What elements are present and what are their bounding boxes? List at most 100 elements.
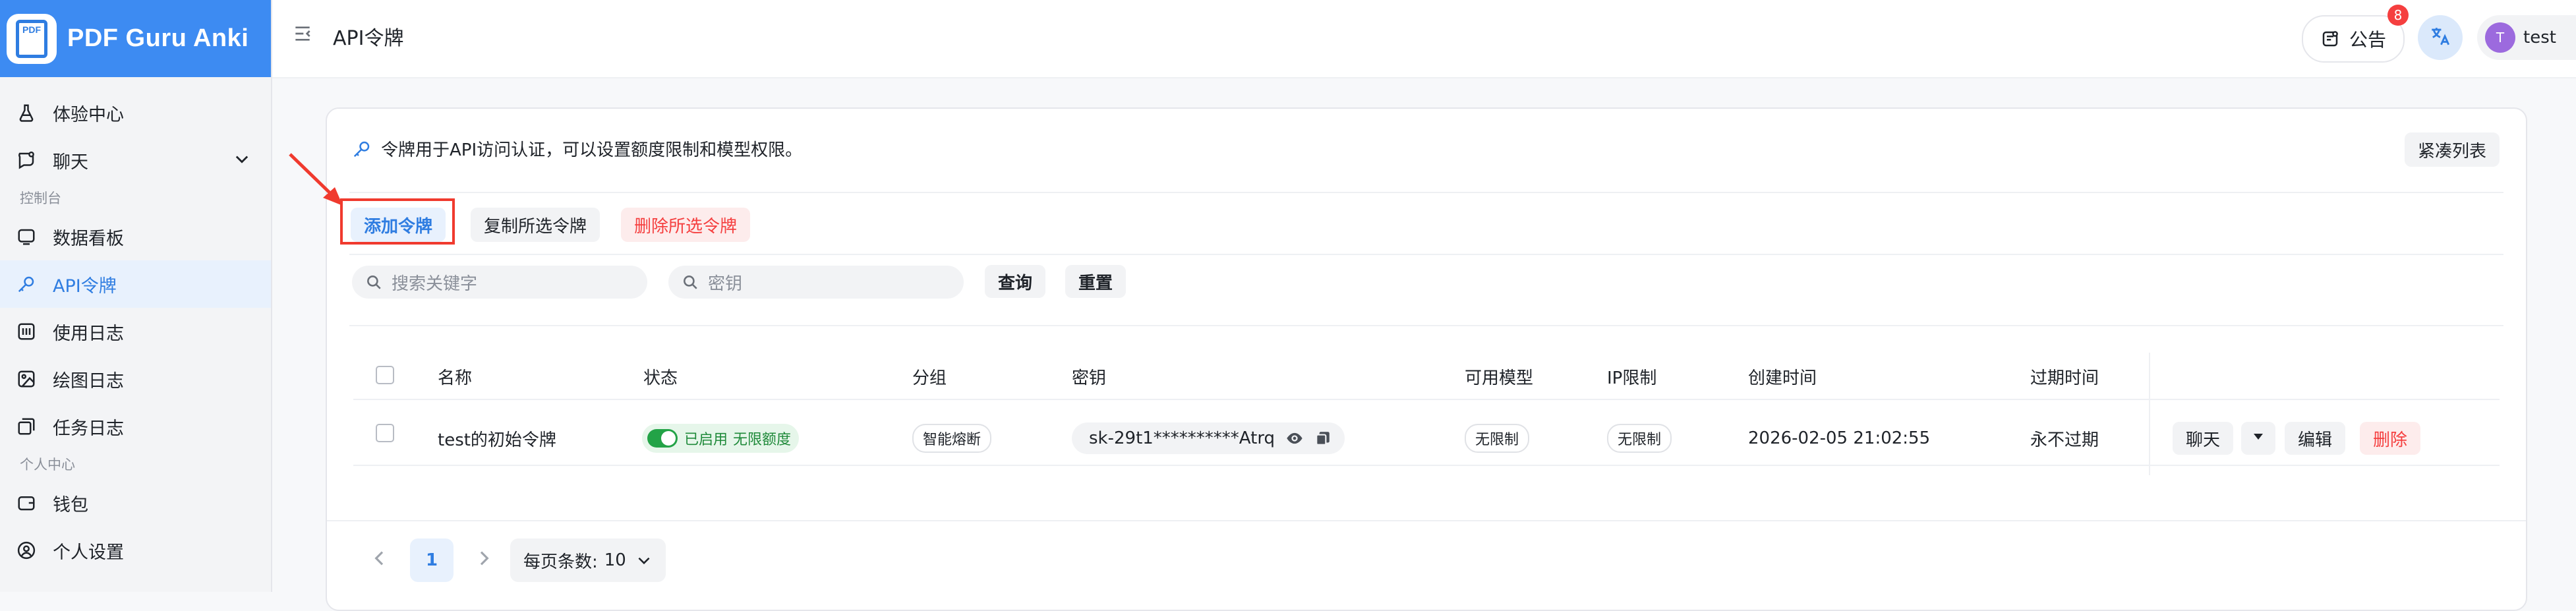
table-row-divider xyxy=(353,465,2500,466)
column-separator xyxy=(2149,353,2150,475)
notice-button[interactable]: 公告 8 xyxy=(2301,5,2409,63)
sidebar-item-label: 数据看板 xyxy=(53,228,124,249)
column-header-name: 名称 xyxy=(438,368,473,388)
image-icon xyxy=(15,367,38,391)
sidebar-nav: 体验中心 聊天 控制台 数据看板 API令牌 使用日志 绘图日志 任务日志 个人… xyxy=(0,77,271,574)
row-chat-button[interactable]: 聊天 xyxy=(2173,422,2234,455)
avatar: T xyxy=(2485,22,2515,53)
user-name: test xyxy=(2523,28,2556,47)
ip-cell: 无限制 xyxy=(1607,422,1672,454)
section-label-console: 控制台 xyxy=(20,190,61,206)
status-enabled-text: 已启用 xyxy=(684,432,728,448)
copy-icon[interactable] xyxy=(1314,430,1332,447)
sidebar-item-label: 体验中心 xyxy=(53,104,124,125)
info-text: 令牌用于API访问认证，可以设置额度限制和模型权限。 xyxy=(381,140,803,160)
brand-name: PDF Guru Anki xyxy=(67,24,249,52)
column-header-ip: IP限制 xyxy=(1607,368,1657,388)
chevron-down-icon xyxy=(635,552,653,569)
row-delete-button[interactable]: 删除 xyxy=(2360,422,2421,455)
sidebar-item-playground[interactable]: 体验中心 xyxy=(0,89,271,136)
search-keyword-input[interactable]: 搜索关键字 xyxy=(352,266,647,299)
sidebar-item-label: API令牌 xyxy=(53,276,117,297)
status-quota-text: 无限额度 xyxy=(733,432,792,448)
notice-label: 公告 xyxy=(2349,29,2386,51)
flask-icon xyxy=(15,101,38,125)
group-tag: 智能熔断 xyxy=(912,424,992,453)
group-cell: 智能熔断 xyxy=(912,422,992,454)
brand-logo-text: PDF xyxy=(22,24,41,35)
copy-selected-button[interactable]: 复制所选令牌 xyxy=(471,208,600,242)
token-name: test的初始令牌 xyxy=(438,430,556,450)
sidebar: PDF PDF Guru Anki 体验中心 聊天 控制台 数据看板 API令牌… xyxy=(0,0,272,592)
task-icon xyxy=(15,415,38,438)
sidebar-item-usage-logs[interactable]: 使用日志 xyxy=(0,308,271,355)
sidebar-item-chat[interactable]: 聊天 xyxy=(0,136,271,184)
divider xyxy=(349,192,2503,193)
top-header: API令牌 公告 8 T test xyxy=(272,0,2576,78)
divider xyxy=(327,520,2526,521)
eye-icon[interactable] xyxy=(1285,429,1304,448)
delete-selected-button[interactable]: 删除所选令牌 xyxy=(621,208,751,242)
sidebar-item-drawing-logs[interactable]: 绘图日志 xyxy=(0,355,271,403)
tokens-card: 令牌用于API访问认证，可以设置额度限制和模型权限。 紧凑列表 添加令牌 复制所… xyxy=(326,107,2527,611)
created-time: 2026-02-05 21:02:55 xyxy=(1748,428,1931,448)
sidebar-collapse-icon[interactable] xyxy=(292,23,313,47)
user-circle-icon xyxy=(15,538,38,562)
sidebar-item-label: 任务日志 xyxy=(53,418,124,439)
reset-button[interactable]: 重置 xyxy=(1065,265,1127,298)
notice-icon xyxy=(2320,29,2340,49)
row-chat-dropdown[interactable] xyxy=(2241,422,2275,455)
page-size-select[interactable]: 每页条数: 10 xyxy=(510,538,666,582)
brand-logo: PDF xyxy=(7,13,57,64)
chat-bubble-icon xyxy=(15,148,38,172)
divider xyxy=(349,254,2503,255)
status-badge[interactable]: 已启用 无限额度 xyxy=(642,424,800,453)
select-all-checkbox[interactable] xyxy=(376,366,394,384)
column-header-group: 分组 xyxy=(912,368,947,388)
search-icon xyxy=(365,274,382,291)
key-display: sk-29t1**********Atrq xyxy=(1072,422,1345,454)
sidebar-item-label: 绘图日志 xyxy=(53,370,124,392)
query-button[interactable]: 查询 xyxy=(985,265,1046,298)
page-number-current[interactable]: 1 xyxy=(410,538,454,582)
sidebar-item-task-logs[interactable]: 任务日志 xyxy=(0,403,271,450)
row-edit-button[interactable]: 编辑 xyxy=(2285,422,2346,455)
page-title: API令牌 xyxy=(333,27,404,50)
status-toggle[interactable] xyxy=(647,429,678,448)
search-icon xyxy=(682,274,699,291)
row-checkbox[interactable] xyxy=(376,424,394,442)
search-key-input[interactable]: 密钥 xyxy=(668,266,964,299)
key-value: sk-29t1**********Atrq xyxy=(1089,428,1275,448)
wallet-icon xyxy=(15,491,38,515)
ip-tag: 无限制 xyxy=(1607,424,1672,453)
caret-down-icon xyxy=(2250,428,2266,449)
search-keyword-placeholder: 搜索关键字 xyxy=(392,274,478,294)
chevron-down-icon[interactable] xyxy=(233,150,251,173)
sidebar-item-wallet[interactable]: 钱包 xyxy=(0,479,271,527)
log-icon xyxy=(15,320,38,343)
column-header-key: 密钥 xyxy=(1072,368,1107,388)
sidebar-item-label: 个人设置 xyxy=(53,542,124,563)
next-page-icon[interactable] xyxy=(473,548,494,571)
add-token-button[interactable]: 添加令牌 xyxy=(351,208,446,242)
models-tag: 无限制 xyxy=(1465,424,1530,453)
section-label-personal: 个人中心 xyxy=(20,457,75,473)
brand-header[interactable]: PDF PDF Guru Anki xyxy=(0,0,271,77)
language-button[interactable] xyxy=(2418,15,2463,60)
search-key-placeholder: 密钥 xyxy=(708,274,743,294)
sidebar-item-dashboard[interactable]: 数据看板 xyxy=(0,213,271,260)
table-header-divider xyxy=(353,399,2500,400)
prev-page-icon[interactable] xyxy=(369,548,390,571)
dashboard-icon xyxy=(15,225,38,248)
compact-list-button[interactable]: 紧凑列表 xyxy=(2404,132,2500,167)
key-cell: sk-29t1**********Atrq xyxy=(1072,422,1345,454)
user-menu[interactable]: T test xyxy=(2477,15,2576,60)
sidebar-item-api-tokens[interactable]: API令牌 xyxy=(0,260,271,308)
page-size-value: 10 xyxy=(604,550,626,570)
status-cell: 已启用 无限额度 xyxy=(642,422,800,454)
translate-icon xyxy=(2429,25,2451,50)
annotation-arrow xyxy=(289,153,343,206)
key-icon xyxy=(15,272,38,296)
column-header-expires: 过期时间 xyxy=(2030,368,2099,388)
sidebar-item-settings[interactable]: 个人设置 xyxy=(0,527,271,574)
